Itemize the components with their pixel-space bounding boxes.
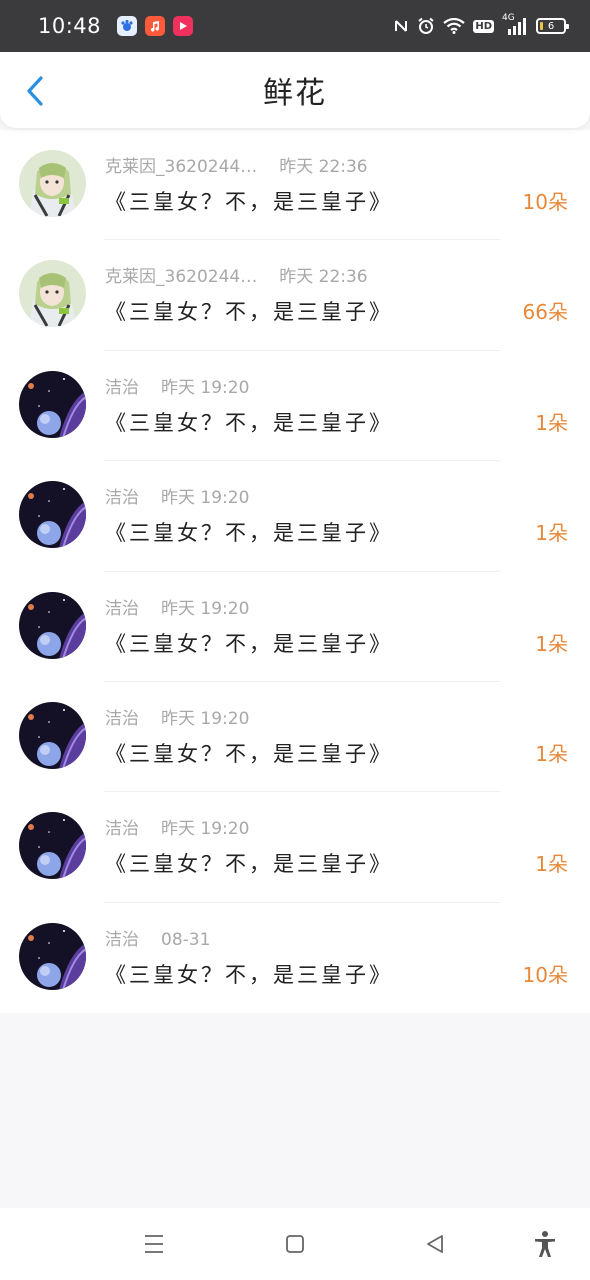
planet-avatar-image — [19, 701, 86, 769]
accessibility-button[interactable] — [531, 1230, 559, 1258]
alarm-icon — [417, 17, 435, 35]
record-time: 昨天 19:20 — [161, 488, 250, 509]
record-meta: 洁治 昨天 19:20 — [105, 483, 249, 508]
sender-name[interactable]: 洁治 — [105, 704, 139, 729]
anime-avatar-image — [19, 260, 86, 328]
record-time: 昨天 22:36 — [279, 157, 368, 177]
record-meta: 洁治 昨天 19:20 — [105, 594, 249, 619]
avatar[interactable] — [19, 481, 86, 549]
back-nav-button[interactable] — [421, 1230, 449, 1258]
book-title: 《三皇女？不，是三皇子》 — [105, 962, 393, 987]
record-meta: 克莱因_3620244… 昨天 22:36 — [105, 152, 368, 177]
app-header: 鲜花 — [0, 52, 590, 128]
record-meta: 洁治 昨天 19:20 — [105, 373, 249, 398]
record-time: 昨天 22:36 — [279, 267, 368, 288]
book-title: 《三皇女？不，是三皇子》 — [105, 852, 393, 877]
signal-icon: 4G — [502, 13, 528, 35]
sender-name[interactable]: 洁治 — [105, 814, 139, 839]
flower-count: 1朵 — [535, 741, 568, 766]
avatar[interactable] — [19, 922, 86, 990]
planet-avatar-image — [19, 370, 86, 438]
sender-name[interactable]: 克莱因_3620244… — [105, 152, 257, 177]
status-bar: 10:48 HD 4G 6 — [0, 0, 590, 52]
status-time: 10:48 — [38, 14, 102, 38]
avatar[interactable] — [19, 370, 86, 438]
book-title: 《三皇女？不，是三皇子》 — [105, 410, 393, 435]
video-app-icon — [173, 16, 194, 36]
planet-avatar-image — [19, 812, 86, 880]
triangle-back-icon — [427, 1235, 443, 1253]
record-time: 昨天 19:20 — [161, 708, 250, 729]
sender-name[interactable]: 洁治 — [105, 373, 139, 398]
list-item[interactable]: 洁治 昨天 19:20 《三皇女？不，是三皇子》 1朵 — [0, 461, 590, 572]
flower-record-list: 克莱因_3620244… 昨天 22:36 《三皇女？不，是三皇子》 10朵 克… — [0, 130, 590, 1014]
avatar[interactable] — [19, 591, 86, 659]
avatar[interactable] — [19, 812, 86, 880]
flower-count: 1朵 — [535, 631, 568, 656]
list-item[interactable]: 克莱因_3620244… 昨天 22:36 《三皇女？不，是三皇子》 66朵 — [0, 240, 590, 351]
battery-icon: 6 — [536, 18, 569, 34]
record-meta: 克莱因_3620244… 昨天 22:36 — [105, 262, 368, 287]
book-title: 《三皇女？不，是三皇子》 — [105, 190, 393, 214]
flower-count: 1朵 — [535, 410, 568, 435]
book-title: 《三皇女？不，是三皇子》 — [105, 300, 393, 325]
flower-count: 10朵 — [522, 962, 568, 987]
list-item[interactable]: 洁治 08-31 《三皇女？不，是三皇子》 10朵 — [0, 903, 590, 1013]
record-time: 昨天 19:20 — [161, 598, 250, 619]
flower-count: 1朵 — [535, 852, 568, 877]
music-app-icon — [145, 16, 166, 36]
sender-name[interactable]: 克莱因_3620244… — [105, 262, 257, 287]
network-type-label: 4G — [502, 13, 515, 23]
book-title: 《三皇女？不，是三皇子》 — [105, 741, 393, 766]
list-item[interactable]: 洁治 昨天 19:20 《三皇女？不，是三皇子》 1朵 — [0, 792, 590, 903]
planet-avatar-image — [19, 481, 86, 549]
list-item[interactable]: 克莱因_3620244… 昨天 22:36 《三皇女？不，是三皇子》 10朵 — [0, 130, 590, 241]
record-time: 昨天 19:20 — [161, 377, 250, 398]
menu-button[interactable] — [140, 1230, 168, 1258]
flower-count: 1朵 — [535, 521, 568, 546]
list-item[interactable]: 洁治 昨天 19:20 《三皇女？不，是三皇子》 1朵 — [0, 351, 590, 462]
home-button[interactable] — [281, 1230, 309, 1258]
record-meta: 洁治 08-31 — [105, 925, 210, 950]
record-meta: 洁治 昨天 19:20 — [105, 704, 249, 729]
system-nav-bar — [0, 1208, 590, 1280]
record-meta: 洁治 昨天 19:20 — [105, 814, 249, 839]
accessibility-icon — [535, 1231, 555, 1257]
book-title: 《三皇女？不，是三皇子》 — [105, 631, 393, 656]
planet-avatar-image — [19, 591, 86, 659]
sender-name[interactable]: 洁治 — [105, 594, 139, 619]
battery-level: 6 — [547, 20, 555, 32]
sender-name[interactable]: 洁治 — [105, 925, 139, 950]
flower-count: 66朵 — [522, 300, 568, 325]
book-title: 《三皇女？不，是三皇子》 — [105, 521, 393, 546]
avatar[interactable] — [19, 150, 86, 217]
list-item[interactable]: 洁治 昨天 19:20 《三皇女？不，是三皇子》 1朵 — [0, 682, 590, 793]
notification-icons — [117, 16, 194, 36]
back-button[interactable] — [18, 72, 52, 110]
status-indicators: HD 4G 6 — [393, 13, 569, 35]
anime-avatar-image — [19, 150, 86, 217]
nfc-icon — [393, 17, 409, 35]
planet-avatar-image — [19, 922, 86, 990]
square-icon — [286, 1235, 304, 1253]
menu-icon — [145, 1235, 163, 1253]
baidu-app-icon — [117, 16, 138, 36]
chevron-left-icon — [27, 76, 43, 106]
page-title: 鲜花 — [263, 76, 327, 111]
avatar[interactable] — [19, 260, 86, 328]
hd-icon: HD — [473, 19, 494, 33]
flower-count: 10朵 — [522, 190, 568, 214]
wifi-icon — [443, 18, 466, 34]
sender-name[interactable]: 洁治 — [105, 483, 139, 508]
record-time: 08-31 — [161, 929, 211, 950]
avatar[interactable] — [19, 701, 86, 769]
record-time: 昨天 19:20 — [161, 819, 250, 840]
list-item[interactable]: 洁治 昨天 19:20 《三皇女？不，是三皇子》 1朵 — [0, 572, 590, 682]
